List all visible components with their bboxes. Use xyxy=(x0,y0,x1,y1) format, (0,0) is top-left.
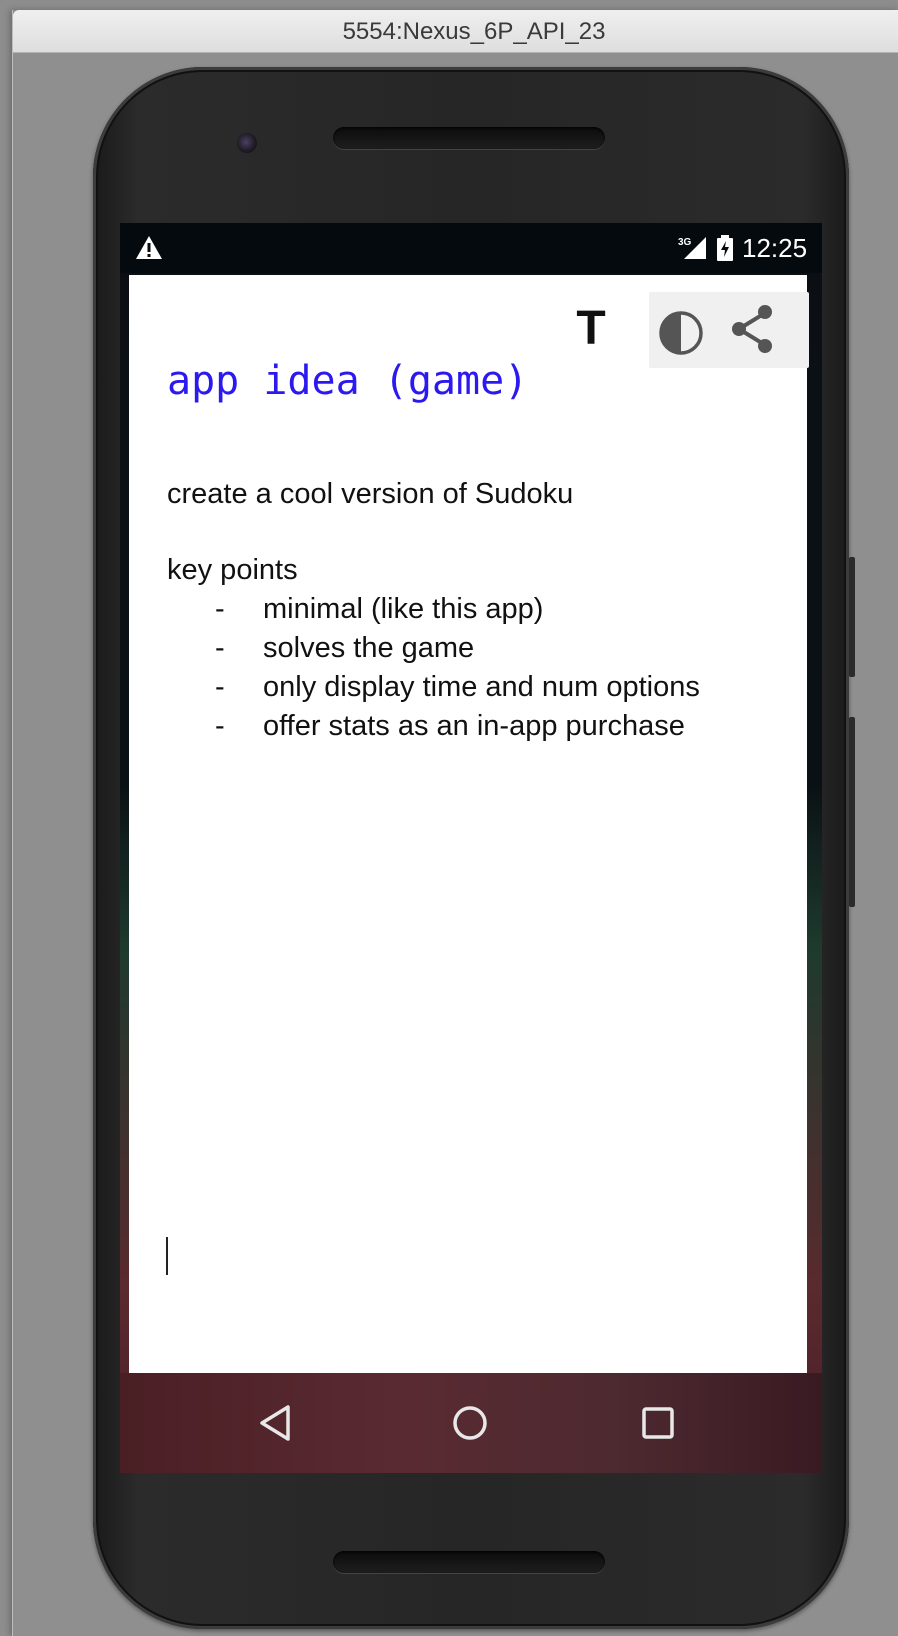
warning-icon xyxy=(136,236,162,259)
device-screen: 3G 12:25 T app idea (game) create a cool… xyxy=(120,223,822,1473)
bullet-marker: - xyxy=(215,632,225,664)
bullet-marker: - xyxy=(215,671,225,703)
share-icon[interactable] xyxy=(725,299,781,359)
contrast-icon[interactable] xyxy=(653,303,709,359)
list-item: only display time and num options xyxy=(263,671,700,703)
list-item: minimal (like this app) xyxy=(263,593,544,625)
window-title: 5554:Nexus_6P_API_23 xyxy=(342,18,606,45)
navigation-bar xyxy=(120,1373,822,1473)
status-clock: 12:25 xyxy=(742,233,808,263)
phone-device: 3G 12:25 T app idea (game) create a cool… xyxy=(93,67,855,1629)
note-title[interactable]: app idea (game) xyxy=(167,353,727,409)
battery-icon xyxy=(717,235,733,261)
list-item: solves the game xyxy=(263,632,475,664)
text-cursor xyxy=(166,1237,168,1275)
volume-button[interactable] xyxy=(849,717,855,907)
text-format-button[interactable]: T xyxy=(563,301,619,357)
recents-icon[interactable] xyxy=(636,1401,680,1445)
window-titlebar[interactable]: 5554:Nexus_6P_API_23 xyxy=(13,10,898,53)
power-button[interactable] xyxy=(849,557,855,677)
emulator-window: 5554:Nexus_6P_API_23 3G 12:25 T app idea… xyxy=(12,10,898,1636)
note-app: T app idea (game) create a cool version … xyxy=(129,275,809,1373)
network-type-label: 3G xyxy=(678,237,692,248)
list-item: offer stats as an in-app purchase xyxy=(263,710,685,742)
section-heading: key points xyxy=(167,554,298,586)
back-icon[interactable] xyxy=(254,1401,298,1445)
top-speaker xyxy=(333,127,605,149)
bullet-marker: - xyxy=(215,593,225,625)
home-icon[interactable] xyxy=(448,1401,492,1445)
bottom-speaker xyxy=(333,1551,605,1573)
desktop: 5554:Nexus_6P_API_23 3G 12:25 T app idea… xyxy=(0,0,898,1636)
note-intro: create a cool version of Sudoku xyxy=(167,478,574,510)
signal-icon: 3G xyxy=(678,237,706,259)
bullet-marker: - xyxy=(215,710,225,742)
front-camera xyxy=(237,133,257,153)
status-bar: 3G 12:25 xyxy=(120,223,822,273)
